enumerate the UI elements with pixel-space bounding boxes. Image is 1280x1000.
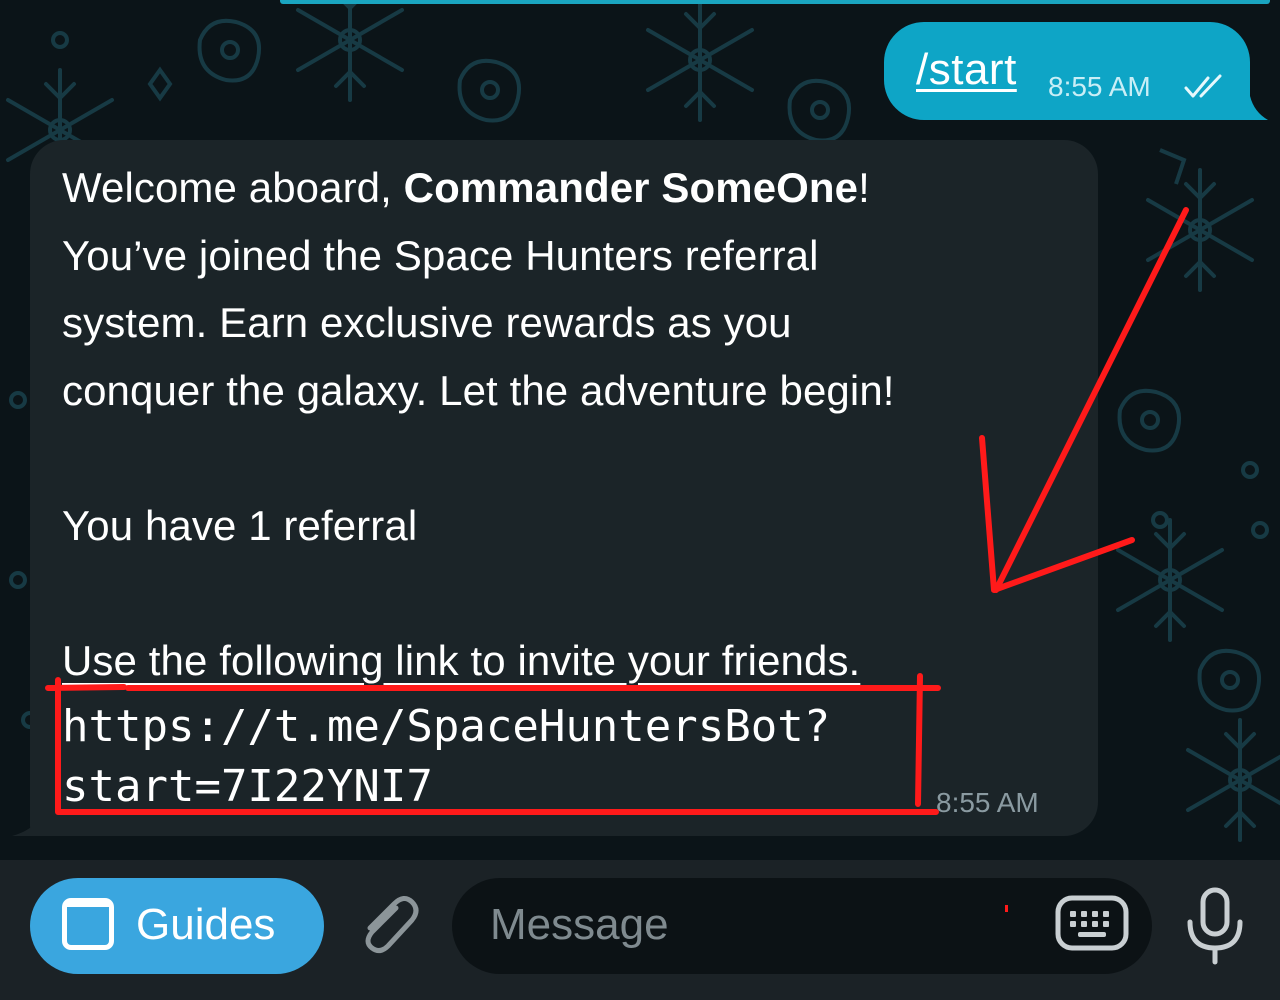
message-line-3: system. Earn exclusive rewards as you xyxy=(62,299,792,346)
empty-line xyxy=(62,559,1082,627)
message-placeholder: Message xyxy=(490,900,669,949)
keyboard-icon[interactable] xyxy=(1054,892,1130,956)
incoming-bubble-tail xyxy=(12,808,42,836)
incoming-message-time: 8:55 AM xyxy=(936,787,1039,818)
start-command-link[interactable]: /start xyxy=(916,40,1017,100)
invite-instruction-text: Use the following link to invite your fr… xyxy=(62,636,861,684)
commander-name: Commander SomeOne xyxy=(403,164,859,211)
telegram-chat-screen: /start 8:55 AM Welcome aboard, Commander… xyxy=(0,0,1280,1000)
microphone-icon[interactable] xyxy=(1180,884,1250,968)
previous-bubble-edge xyxy=(280,0,1270,4)
referral-count-text: You have 1 referral xyxy=(62,501,418,549)
outgoing-message-time: 8:55 AM xyxy=(1048,71,1151,102)
outgoing-bubble-tail xyxy=(1236,96,1268,120)
read-double-check-icon xyxy=(1184,74,1222,98)
referral-link-line-1[interactable]: https://t.me/SpaceHuntersBot? xyxy=(62,697,830,757)
annotation-dot xyxy=(1005,905,1008,912)
welcome-message-text: Welcome aboard, Commander SomeOne! You’v… xyxy=(62,154,1082,694)
welcome-suffix: ! xyxy=(858,164,870,211)
message-line-4: conquer the galaxy. Let the adventure be… xyxy=(62,366,895,414)
welcome-line: Welcome aboard, Commander SomeOne! xyxy=(62,154,1082,222)
paperclip-icon[interactable] xyxy=(352,890,424,962)
welcome-prefix: Welcome aboard, xyxy=(62,164,404,211)
message-line-2: You’ve joined the Space Hunters referral xyxy=(62,231,819,279)
guides-window-icon xyxy=(62,898,114,950)
guides-button-label: Guides xyxy=(136,900,276,949)
empty-line xyxy=(62,424,1082,492)
referral-link-line-2[interactable]: start=7I22YNI7 xyxy=(62,757,433,817)
